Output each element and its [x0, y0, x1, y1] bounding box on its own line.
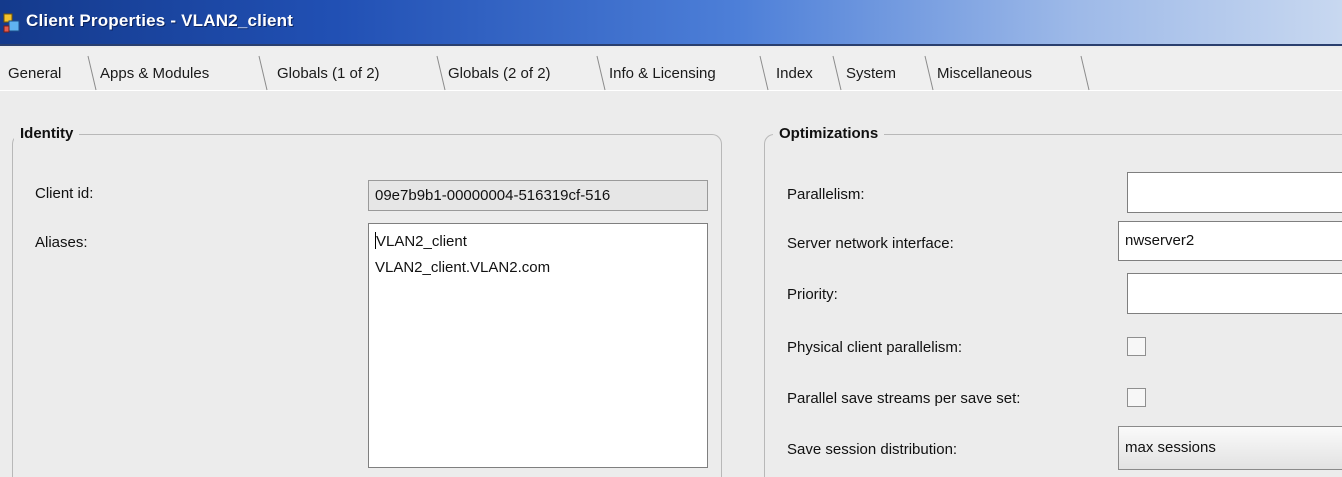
tab-info-licensing[interactable]: Info & Licensing — [609, 65, 716, 82]
tab-system[interactable]: System — [846, 65, 896, 82]
parallel-save-streams-label: Parallel save streams per save set: — [787, 390, 1021, 407]
save-session-distribution-label: Save session distribution: — [787, 441, 958, 458]
window-title: Client Properties - VLAN2_client — [26, 11, 294, 30]
identity-group-title: Identity — [14, 125, 80, 142]
priority-label: Priority: — [787, 286, 838, 303]
server-network-interface-input[interactable]: nwserver2 — [1118, 221, 1342, 261]
client-id-field[interactable]: 09e7b9b1-00000004-516319cf-516 — [368, 180, 708, 211]
alias-line: VLAN2_client.VLAN2.com — [375, 259, 551, 276]
alias-line: VLAN2_client — [375, 232, 467, 250]
parallelism-input[interactable] — [1127, 172, 1342, 213]
save-session-distribution-dropdown[interactable]: max sessions — [1118, 426, 1342, 470]
tab-globals-2-of-2[interactable]: Globals (2 of 2) — [448, 65, 551, 82]
tab-apps-modules[interactable]: Apps & Modules — [100, 65, 209, 82]
physical-client-parallelism-checkbox[interactable] — [1127, 337, 1146, 356]
save-session-distribution-value: max sessions — [1125, 439, 1216, 456]
parallelism-label: Parallelism: — [787, 186, 865, 203]
optimizations-group-title: Optimizations — [773, 125, 885, 142]
tab-globals-1-of-2[interactable]: Globals (1 of 2) — [277, 65, 380, 82]
priority-input[interactable] — [1127, 273, 1342, 314]
physical-client-parallelism-label: Physical client parallelism: — [787, 339, 963, 356]
aliases-textarea[interactable]: VLAN2_client VLAN2_client.VLAN2.com — [368, 223, 708, 468]
tab-index[interactable]: Index — [776, 65, 813, 82]
title-bar[interactable]: Client Properties - VLAN2_client — [0, 0, 1342, 46]
tab-miscellaneous[interactable]: Miscellaneous — [937, 65, 1032, 82]
tab-general[interactable]: General — [8, 65, 61, 82]
server-network-interface-label: Server network interface: — [787, 235, 954, 252]
aliases-label: Aliases: — [35, 234, 88, 251]
client-id-label: Client id: — [35, 185, 94, 202]
parallel-save-streams-checkbox[interactable] — [1127, 388, 1146, 407]
client-properties-icon — [3, 13, 20, 33]
